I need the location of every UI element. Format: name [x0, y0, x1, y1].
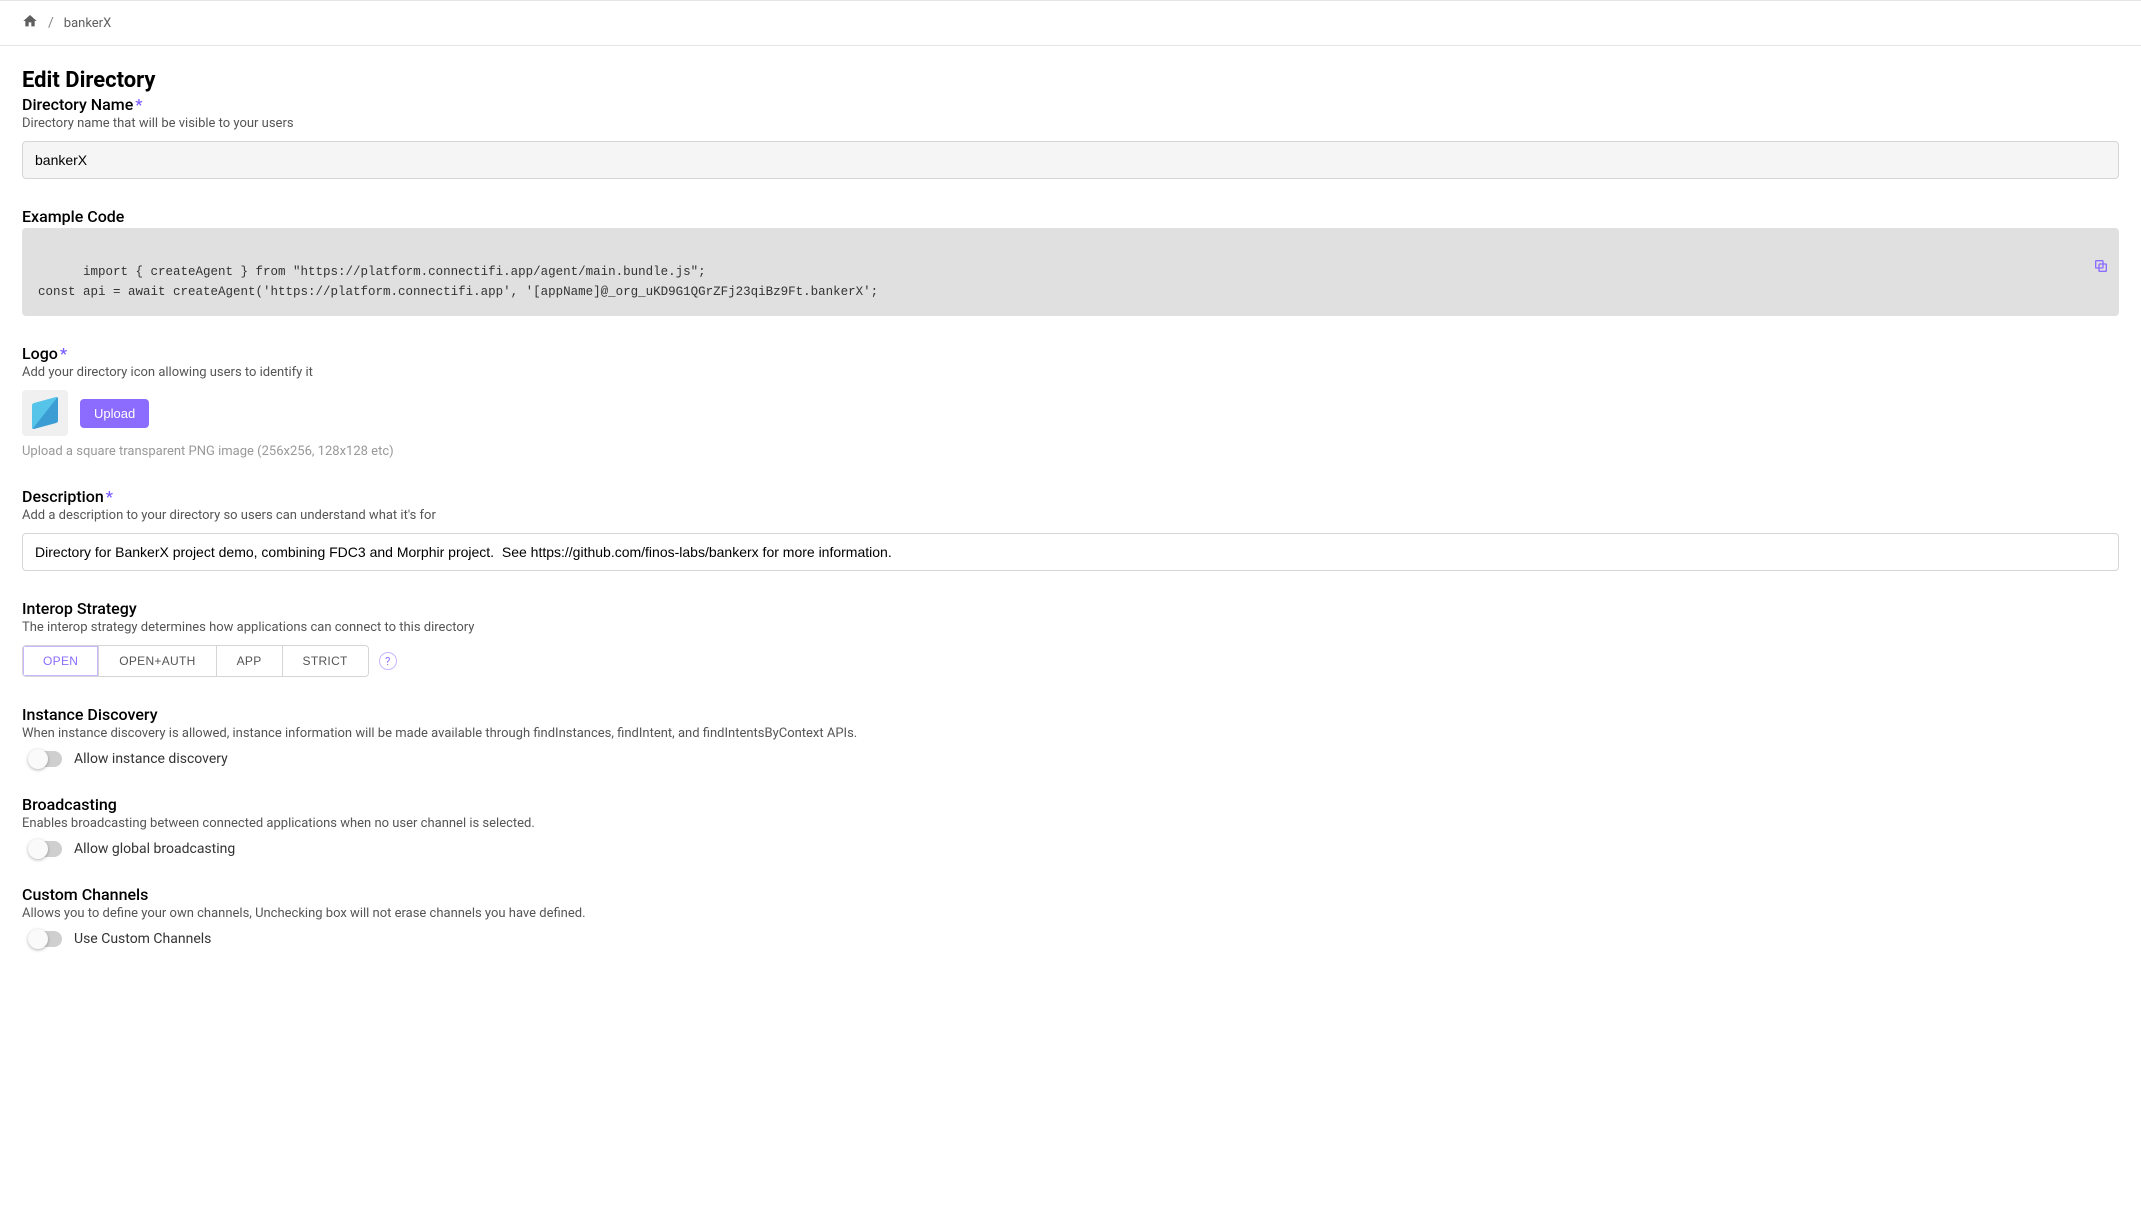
breadcrumb-current[interactable]: bankerX — [64, 16, 111, 31]
logo-label: Logo* — [22, 344, 2119, 363]
breadcrumb-separator: / — [48, 15, 54, 31]
broadcasting-label: Broadcasting — [22, 795, 2119, 814]
help-icon[interactable]: ? — [379, 652, 397, 670]
custom-channels-toggle[interactable] — [30, 931, 62, 947]
logo-hint: Upload a square transparent PNG image (2… — [22, 444, 2119, 459]
example-code-block: import { createAgent } from "https://pla… — [22, 228, 2119, 316]
directory-name-label: Directory Name* — [22, 95, 2119, 114]
upload-button[interactable]: Upload — [80, 399, 149, 428]
page-title: Edit Directory — [22, 68, 2119, 93]
logo-thumbnail — [22, 390, 68, 436]
interop-open-auth[interactable]: OPEN+AUTH — [99, 646, 216, 676]
broadcasting-sub: Enables broadcasting between connected a… — [22, 816, 2119, 831]
broadcasting-toggle[interactable] — [30, 841, 62, 857]
description-input[interactable] — [22, 533, 2119, 571]
example-code-label: Example Code — [22, 207, 2119, 226]
interop-strategy-group: OPEN OPEN+AUTH APP STRICT — [22, 645, 369, 677]
custom-channels-label: Custom Channels — [22, 885, 2119, 904]
interop-open[interactable]: OPEN — [23, 646, 99, 676]
interop-strict[interactable]: STRICT — [283, 646, 368, 676]
instance-discovery-toggle-label: Allow instance discovery — [74, 751, 228, 767]
instance-discovery-toggle[interactable] — [30, 751, 62, 767]
broadcasting-toggle-label: Allow global broadcasting — [74, 841, 235, 857]
directory-name-sub: Directory name that will be visible to y… — [22, 116, 2119, 131]
directory-name-input[interactable] — [22, 141, 2119, 179]
logo-sub: Add your directory icon allowing users t… — [22, 365, 2119, 380]
interop-sub: The interop strategy determines how appl… — [22, 620, 2119, 635]
description-label: Description* — [22, 487, 2119, 506]
interop-app[interactable]: APP — [217, 646, 283, 676]
description-sub: Add a description to your directory so u… — [22, 508, 2119, 523]
custom-channels-toggle-label: Use Custom Channels — [74, 931, 211, 947]
instance-discovery-label: Instance Discovery — [22, 705, 2119, 724]
instance-discovery-sub: When instance discovery is allowed, inst… — [22, 726, 2119, 741]
custom-channels-sub: Allows you to define your own channels, … — [22, 906, 2119, 921]
home-icon[interactable] — [22, 13, 38, 33]
interop-label: Interop Strategy — [22, 599, 2119, 618]
copy-icon[interactable] — [2033, 238, 2109, 301]
breadcrumb: / bankerX — [0, 0, 2141, 46]
